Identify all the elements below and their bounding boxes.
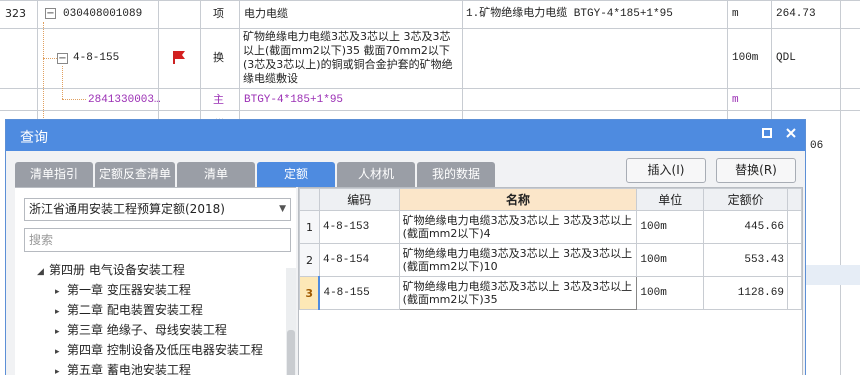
tab-labor-material[interactable]: 人材机 (337, 162, 415, 187)
quota-library-value: 浙江省通用安装工程预算定额(2018) (29, 202, 225, 216)
collapsed-triangle-icon[interactable]: ▸ (55, 365, 67, 375)
material-type: 主 (213, 93, 224, 106)
dialog-title: 查询 (20, 130, 48, 146)
item-unit: m (732, 8, 739, 20)
quota-type: 换 (213, 51, 224, 64)
tree-scrollbar[interactable] (286, 268, 296, 375)
close-icon[interactable] (782, 126, 800, 144)
collapsed-triangle-icon[interactable]: ▸ (55, 285, 67, 299)
item-code: 030408001089 (63, 8, 143, 20)
quota-name: 矿物绝缘电力电缆3芯及3芯以上 3芯及3芯以上(截面mm2以下)35 截面70m… (243, 30, 453, 85)
row-number: 323 (5, 7, 26, 20)
collapse-icon[interactable]: − (57, 53, 68, 64)
quota-code: 4-8-155 (73, 52, 120, 64)
row-name: 矿物绝缘电力电缆3芯及3芯以上 3芯及3芯以上(截面mm2以下)35 (402, 280, 633, 306)
dropdown-arrow-icon[interactable]: ▼ (279, 199, 286, 220)
partial-number: 06 (810, 140, 824, 152)
row-price: 553.43 (703, 243, 788, 277)
header-price[interactable]: 定额价 (703, 188, 788, 211)
tab-list[interactable]: 清单 (177, 162, 255, 187)
material-unit: m (732, 94, 739, 106)
restore-icon[interactable] (758, 126, 776, 144)
quota-table: 编码 名称 单位 定额价 1 4-8-153 矿物绝缘电力电缆3芯及3芯以上 3… (299, 188, 802, 310)
row-index: 1 (299, 210, 320, 244)
tree-item-chapter5[interactable]: ▸ 第五章 蓄电池安装工程 (55, 363, 191, 375)
tab-quota-reverse[interactable]: 定额反查清单 (95, 162, 175, 187)
row-unit: 100m (636, 276, 705, 310)
row-unit: 100m (636, 243, 705, 277)
flag-icon (173, 51, 185, 64)
row-unit: 100m (636, 210, 705, 244)
row-index: 3 (299, 276, 320, 310)
tab-list-guide[interactable]: 清单指引 (15, 162, 93, 187)
quota-table-panel: 编码 名称 单位 定额价 1 4-8-153 矿物绝缘电力电缆3芯及3芯以上 3… (298, 187, 803, 375)
collapsed-triangle-icon[interactable]: ▸ (55, 345, 67, 359)
item-qty: 264.73 (776, 8, 816, 20)
query-dialog: 查询 清单指引 定额反查清单 清单 定额 人材机 我的数据 插入(I) 替换(R… (5, 119, 806, 375)
tree-item-chapter1[interactable]: ▸ 第一章 变压器安装工程 (55, 283, 191, 299)
table-row-selected[interactable]: 3 4-8-155 矿物绝缘电力电缆3芯及3芯以上 3芯及3芯以上(截面mm2以… (299, 276, 802, 310)
header-name[interactable]: 名称 (398, 188, 638, 211)
tab-my-data[interactable]: 我的数据 (417, 162, 495, 187)
row-name: 矿物绝缘电力电缆3芯及3芯以上 3芯及3芯以上(截面mm2以下)10 (402, 247, 633, 273)
expanded-triangle-icon[interactable]: ◢ (37, 265, 49, 279)
item-feature: 1.矿物绝缘电力电缆 BTGY-4*185+1*95 (466, 8, 673, 20)
header-code[interactable]: 编码 (318, 188, 400, 211)
search-input[interactable]: 搜索 (24, 228, 291, 252)
quota-tree-panel: 浙江省通用安装工程预算定额(2018) ▼ 搜索 ◢ 第四册 电气设备安装工程 ▸… (15, 187, 296, 375)
row-code: 4-8-154 (318, 243, 400, 277)
table-header-row: 编码 名称 单位 定额价 (299, 188, 802, 211)
insert-button[interactable]: 插入(I) (626, 158, 706, 183)
collapsed-triangle-icon[interactable]: ▸ (55, 305, 67, 319)
row-price: 445.66 (703, 210, 788, 244)
row-price: 1128.69 (703, 276, 788, 310)
material-name: BTGY-4*185+1*95 (244, 94, 344, 106)
tree-item-chapter3[interactable]: ▸ 第三章 绝缘子、母线安装工程 (55, 323, 227, 339)
tab-quota[interactable]: 定额 (257, 162, 335, 187)
header-unit[interactable]: 单位 (636, 188, 705, 211)
row-name: 矿物绝缘电力电缆3芯及3芯以上 3芯及3芯以上(截面mm2以下)4 (402, 214, 633, 240)
collapsed-triangle-icon[interactable]: ▸ (55, 325, 67, 339)
quota-library-select[interactable]: 浙江省通用安装工程预算定额(2018) ▼ (24, 198, 291, 221)
quota-unit: 100m (732, 52, 759, 64)
partial-row-highlight (806, 265, 860, 285)
replace-button[interactable]: 替换(R) (716, 158, 796, 183)
tree-item-chapter2[interactable]: ▸ 第二章 配电装置安装工程 (55, 303, 203, 319)
row-code: 4-8-155 (318, 276, 400, 310)
item-name: 电力电缆 (244, 7, 288, 20)
material-code: 2841330003… (88, 94, 161, 106)
table-row[interactable]: 2 4-8-154 矿物绝缘电力电缆3芯及3芯以上 3芯及3芯以上(截面mm2以… (299, 243, 802, 277)
tree-item-chapter4[interactable]: ▸ 第四章 控制设备及低压电器安装工程 (55, 343, 263, 359)
quota-qty: QDL (776, 52, 796, 64)
item-type: 项 (213, 7, 224, 20)
tree-item-book4[interactable]: ◢ 第四册 电气设备安装工程 (37, 263, 185, 279)
dialog-titlebar[interactable]: 查询 (6, 120, 805, 151)
row-code: 4-8-153 (318, 210, 400, 244)
collapse-icon[interactable]: − (45, 8, 56, 19)
row-index: 2 (299, 243, 320, 277)
table-row[interactable]: 1 4-8-153 矿物绝缘电力电缆3芯及3芯以上 3芯及3芯以上(截面mm2以… (299, 210, 802, 244)
